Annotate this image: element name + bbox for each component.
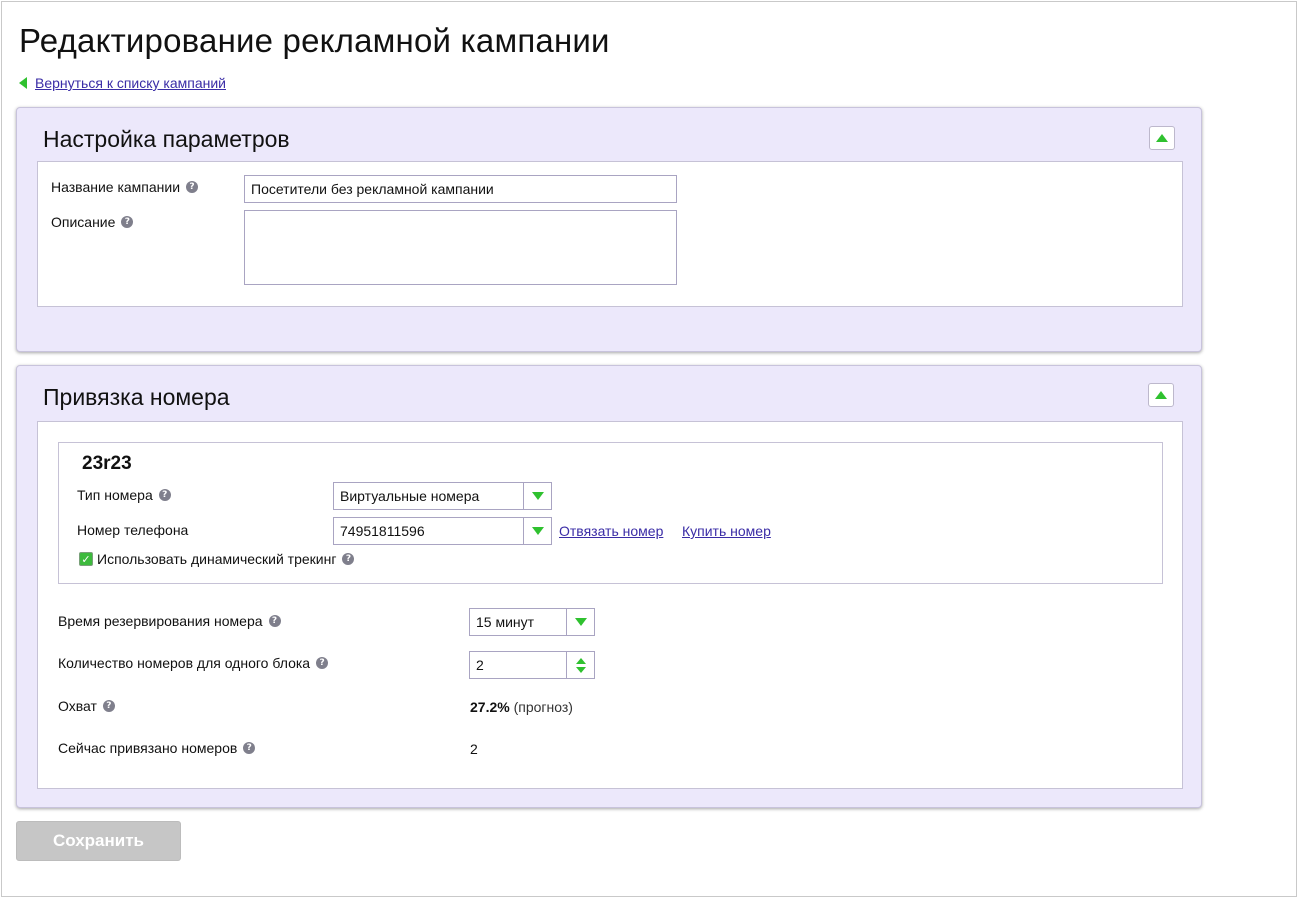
save-button[interactable]: Сохранить — [16, 821, 181, 861]
number-type-dropdown-button[interactable] — [523, 482, 552, 510]
coverage-value: 27.2% — [470, 699, 510, 715]
campaign-name-label: Название кампании ? — [51, 179, 199, 195]
page-title: Редактирование рекламной кампании — [19, 22, 610, 59]
settings-panel: Настройка параметров Название кампании ?… — [16, 107, 1202, 352]
back-arrow-icon — [19, 77, 27, 89]
binding-panel-title: Привязка номера — [43, 384, 230, 410]
number-type-label: Тип номера ? — [77, 487, 171, 503]
help-icon[interactable]: ? — [102, 700, 115, 712]
reserve-time-label: Время резервирования номера ? — [58, 613, 281, 629]
chevron-down-icon — [574, 618, 587, 626]
help-icon[interactable]: ? — [316, 657, 329, 669]
reserve-time-dropdown-button[interactable] — [566, 608, 595, 636]
numbers-per-block-label: Количество номеров для одного блока ? — [58, 655, 329, 671]
campaign-name-input[interactable] — [244, 175, 677, 203]
help-icon[interactable]: ? — [342, 553, 355, 565]
help-icon[interactable]: ? — [268, 615, 281, 627]
phone-number-value[interactable]: 74951811596 — [333, 517, 523, 545]
settings-form: Название кампании ? Описание ? — [37, 161, 1183, 307]
help-icon[interactable]: ? — [121, 216, 134, 228]
help-icon[interactable]: ? — [243, 742, 256, 754]
collapse-up-icon — [1155, 391, 1167, 399]
coverage-label: Охват ? — [58, 698, 115, 714]
coverage-value-row: 27.2% (прогноз) — [470, 699, 573, 715]
phone-number-select[interactable]: 74951811596 — [333, 517, 552, 545]
help-icon[interactable]: ? — [186, 181, 199, 193]
collapse-up-icon — [1156, 134, 1168, 142]
number-binding-panel: Привязка номера 23r23 Тип номера ? Вирту… — [16, 365, 1202, 808]
back-to-campaigns-link[interactable]: Вернуться к списку кампаний — [35, 75, 226, 91]
chevron-down-icon — [531, 492, 544, 500]
description-label: Описание ? — [51, 214, 134, 230]
chevron-down-icon — [531, 527, 544, 535]
settings-panel-title: Настройка параметров — [43, 126, 290, 152]
coverage-note: (прогноз) — [513, 699, 573, 715]
unbind-number-link[interactable]: Отвязать номер — [559, 523, 663, 539]
number-type-value[interactable]: Виртуальные номера — [333, 482, 523, 510]
phone-number-dropdown-button[interactable] — [523, 517, 552, 545]
decrement-icon[interactable] — [575, 666, 586, 673]
phone-number-label: Номер телефона — [77, 522, 189, 538]
number-block-name: 23r23 — [82, 453, 132, 474]
binding-collapse-button[interactable] — [1148, 383, 1174, 407]
buy-number-link[interactable]: Купить номер — [682, 523, 771, 539]
binding-form: 23r23 Тип номера ? Виртуальные номера Но… — [37, 421, 1183, 789]
description-textarea[interactable] — [244, 210, 677, 285]
reserve-time-select[interactable]: 15 минут — [469, 608, 595, 636]
number-block: 23r23 Тип номера ? Виртуальные номера Но… — [58, 442, 1163, 584]
number-type-select[interactable]: Виртуальные номера — [333, 482, 552, 510]
back-link-row[interactable]: Вернуться к списку кампаний — [19, 75, 226, 91]
bound-count-label: Сейчас привязано номеров ? — [58, 740, 256, 756]
dynamic-tracking-checkbox[interactable]: ✓ — [79, 552, 93, 566]
help-icon[interactable]: ? — [158, 489, 171, 501]
reserve-time-value[interactable]: 15 минут — [469, 608, 566, 636]
increment-icon[interactable] — [575, 657, 586, 664]
dynamic-tracking-row[interactable]: ✓ Использовать динамический трекинг ? — [79, 551, 355, 567]
numbers-per-block-value[interactable]: 2 — [469, 651, 566, 679]
numbers-per-block-stepper[interactable]: 2 — [469, 651, 595, 679]
bound-count-value: 2 — [470, 741, 478, 757]
stepper-buttons[interactable] — [566, 651, 595, 679]
settings-collapse-button[interactable] — [1149, 126, 1175, 150]
